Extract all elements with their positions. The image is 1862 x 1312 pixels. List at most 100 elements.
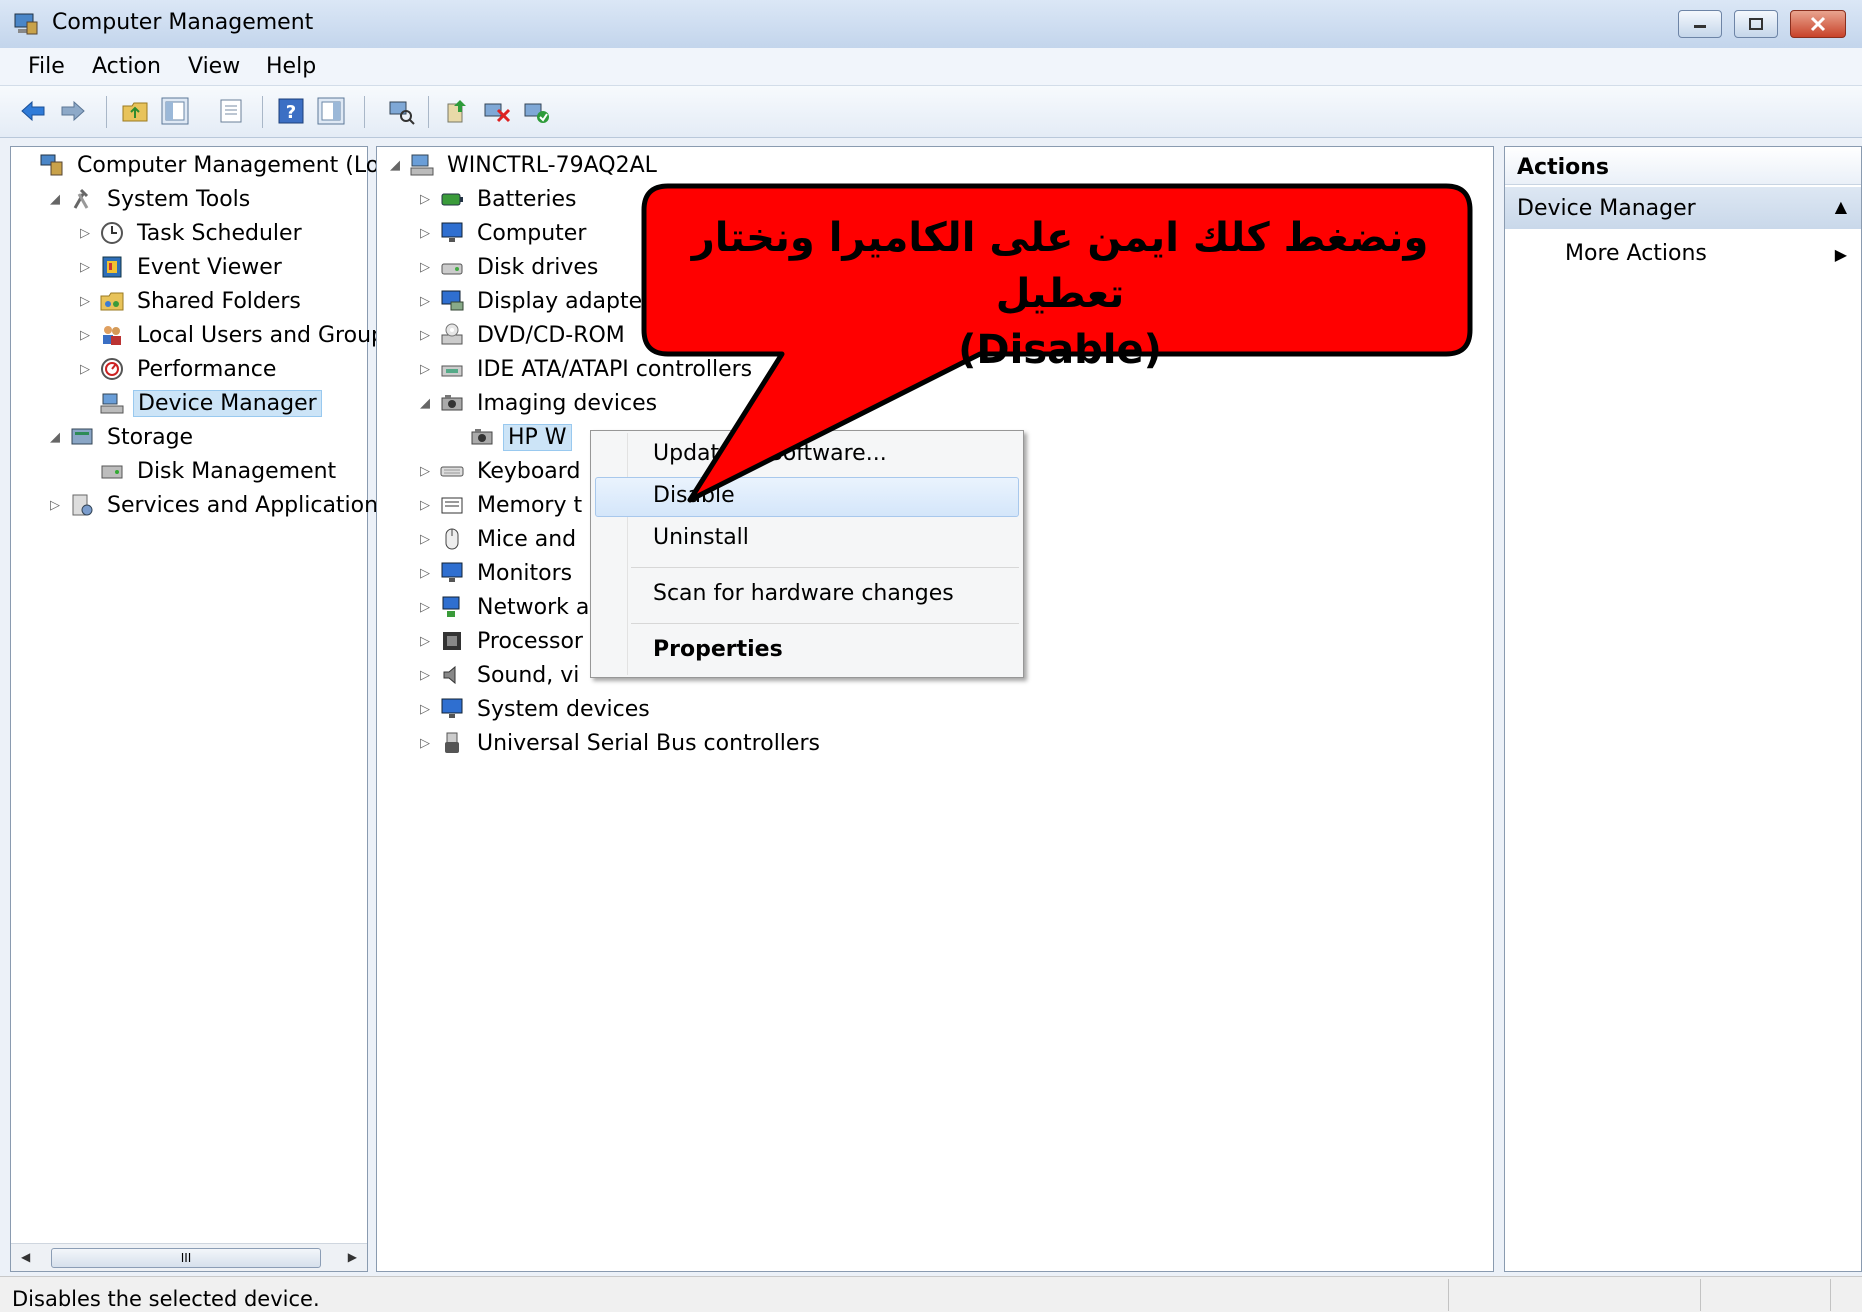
device-tree-item[interactable]: HP W [447,421,572,453]
expand-icon[interactable]: ▷ [417,634,433,649]
console-tree-item[interactable]: ▷ Local Users and Groups [77,319,400,351]
console-tree-item[interactable]: Computer Management (Local [17,149,415,181]
expand-icon[interactable]: ▷ [417,532,433,547]
menu-action[interactable]: Action [92,54,161,79]
expand-icon[interactable]: ▷ [77,260,93,275]
collapse-up-icon[interactable]: ▲ [1835,197,1847,216]
menu-item-update-driver[interactable]: Updat ver Software... [653,441,887,466]
up-folder-icon[interactable] [120,96,150,126]
menu-view[interactable]: View [188,54,240,79]
device-tree-item[interactable]: ▷ Memory t [417,489,586,521]
expand-icon[interactable]: ▷ [417,226,433,241]
back-arrow-icon[interactable] [18,96,48,126]
console-tree-item[interactable]: ◢ Storage [47,421,197,453]
expand-icon[interactable]: ▷ [417,566,433,581]
device-tree-item[interactable]: ▷ Batteries [417,183,581,215]
device-tree-item[interactable]: ◢ WINCTRL-79AQ2AL [387,149,661,181]
battery-icon [441,193,463,206]
actions-section-device-manager[interactable]: Device Manager ▲ [1505,187,1861,229]
expand-icon[interactable]: ▷ [77,226,93,241]
expand-icon[interactable]: ▷ [77,362,93,377]
console-tree-item[interactable]: ▷ Event Viewer [77,251,286,283]
expand-icon[interactable]: ▷ [77,328,93,343]
console-tree-item[interactable]: ◢ System Tools [47,183,254,215]
close-icon [1810,16,1826,32]
storage-icon [71,428,93,445]
device-tree-item[interactable]: ▷ Universal Serial Bus controllers [417,727,824,759]
device-tree-item[interactable]: ▷ Monitors [417,557,576,589]
console-tree-item[interactable]: Disk Management [77,455,340,487]
console-tree-item[interactable]: ▷ Task Scheduler [77,217,306,249]
expand-icon[interactable]: ▷ [417,736,433,751]
disable-device-icon[interactable] [482,96,512,126]
device-tree-item[interactable]: ▷ Sound, vi [417,659,583,691]
expand-icon[interactable]: ▷ [47,498,63,513]
device-tree-item[interactable]: ▷ DVD/CD-ROM [417,319,629,351]
tree-item-label: Processor [477,628,583,654]
expand-icon[interactable]: ▷ [417,294,433,309]
help-icon[interactable]: ? [276,96,306,126]
menu-item-uninstall[interactable]: Uninstall [653,525,749,550]
expand-icon[interactable]: ▷ [417,498,433,513]
collapse-icon[interactable]: ◢ [387,158,403,173]
console-tree-item[interactable]: ▷ Services and Applications [47,489,394,521]
expand-icon[interactable]: ▷ [417,260,433,275]
device-tree-item[interactable]: ▷ Keyboard [417,455,584,487]
tree-item-label: Imaging devices [477,390,658,416]
minimize-button[interactable] [1678,10,1722,38]
tree-item-label: Network a [477,594,590,620]
enable-device-icon[interactable] [522,96,552,126]
menu-item-properties[interactable]: Properties [653,637,783,662]
menu-item-scan[interactable]: Scan for hardware changes [653,581,954,606]
properties-icon[interactable] [216,96,246,126]
close-button[interactable] [1790,10,1846,38]
expand-icon[interactable]: ▷ [417,600,433,615]
expand-icon[interactable]: ▷ [417,362,433,377]
expand-icon[interactable]: ▷ [417,702,433,717]
toolbar-separator [428,96,429,128]
scrollbar-thumb[interactable]: III [51,1248,321,1268]
device-tree-item[interactable]: ▷ System devices [417,693,654,725]
toolbar-separator [106,96,107,128]
expand-icon[interactable]: ▷ [417,668,433,683]
collapse-icon[interactable]: ◢ [47,430,63,445]
more-actions-link[interactable]: More Actions [1565,241,1707,266]
show-hide-tree-icon[interactable] [160,96,190,126]
menu-help[interactable]: Help [266,54,316,79]
dvd-icon [441,323,463,345]
collapse-icon[interactable]: ◢ [417,396,433,411]
device-tree-item[interactable]: ▷ Display adapte [417,285,646,317]
menu-file[interactable]: File [28,54,65,79]
expand-icon[interactable]: ▷ [77,294,93,309]
menu-item-disable[interactable]: Disable [653,483,735,508]
device-tree-item[interactable]: ▷ Computer [417,217,590,249]
scroll-left-icon[interactable]: ◀ [21,1250,30,1264]
console-tree-pane: Computer Management (Local ◢ System Tools ▷… [10,146,411,1272]
tree-item-label: Display adapte [477,288,643,314]
status-separator [1700,1279,1701,1311]
console-tree-item[interactable]: ▷ Shared Folders [77,285,305,317]
console-tree-item[interactable]: Device Manager [77,387,322,419]
horizontal-scrollbar[interactable]: ◀ III ▶ [11,1243,367,1271]
scroll-right-icon[interactable]: ▶ [348,1250,357,1264]
update-driver-icon[interactable] [442,96,472,126]
device-tree-item[interactable]: ▷ Network a [417,591,593,623]
expand-icon[interactable]: ▷ [417,192,433,207]
actions-pane: Actions Device Manager ▲ More Actions ▶ [1504,146,1862,1272]
expand-icon[interactable]: ▷ [417,464,433,479]
device-tree-item[interactable]: ▷ Mice and [417,523,580,555]
expand-icon[interactable]: ▷ [417,328,433,343]
device-tree-item[interactable]: ▷ Processor [417,625,587,657]
maximize-button[interactable] [1734,10,1778,38]
tree-item-label: Event Viewer [137,254,282,280]
scan-hardware-icon[interactable] [386,96,416,126]
console-tree-item[interactable]: ▷ Performance [77,353,280,385]
show-hide-action-pane-icon[interactable] [316,96,346,126]
tree-item-label: Memory t [477,492,583,518]
actions-section-label: Device Manager [1517,196,1696,221]
device-tree-item[interactable]: ▷ Disk drives [417,251,602,283]
forward-arrow-icon[interactable] [58,96,88,126]
device-tree-item[interactable]: ◢ Imaging devices [417,387,661,419]
device-manager-icon [100,393,124,414]
collapse-icon[interactable]: ◢ [47,192,63,207]
